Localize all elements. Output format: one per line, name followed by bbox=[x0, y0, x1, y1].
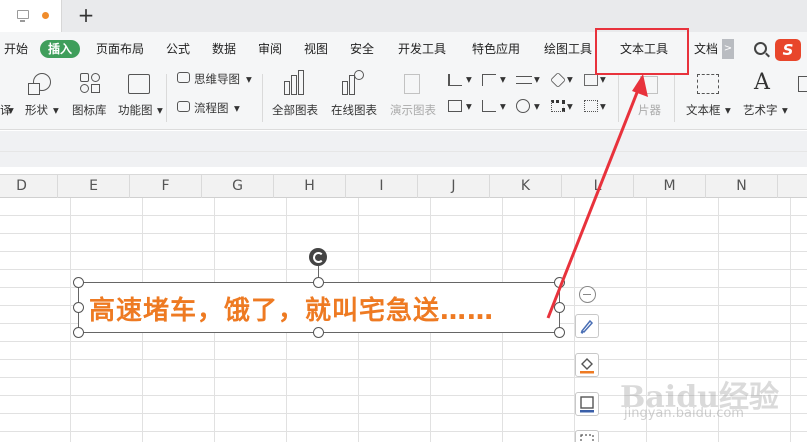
annotation-arrow bbox=[546, 74, 648, 319]
wps-spreadsheet-window: + 开始 插入 页面布局 公式 数据 审阅 视图 安全 开发工具 特色应用 绘图… bbox=[0, 0, 807, 442]
